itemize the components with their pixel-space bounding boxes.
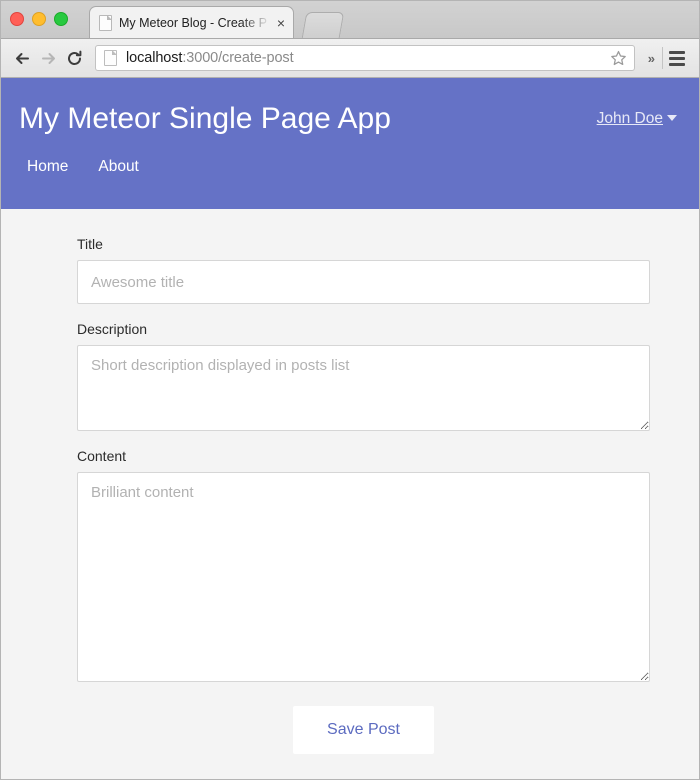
- content-textarea[interactable]: [77, 472, 650, 682]
- site-navigation: Home About: [1, 158, 699, 176]
- browser-menu-button[interactable]: [663, 45, 691, 71]
- title-label: Title: [77, 236, 103, 252]
- form-actions: Save Post: [77, 706, 650, 754]
- page-viewport: My Meteor Single Page App John Doe Home …: [1, 78, 699, 779]
- close-window-button[interactable]: [10, 12, 24, 26]
- close-tab-icon[interactable]: ×: [275, 16, 287, 30]
- url-path: :3000/create-post: [182, 50, 294, 66]
- bookmark-star-icon[interactable]: [608, 47, 630, 69]
- menu-bar-1: [669, 50, 685, 54]
- url-host: localhost: [126, 50, 183, 66]
- content-label: Content: [77, 448, 127, 464]
- toolbar-overflow-button[interactable]: »: [641, 51, 662, 66]
- back-button[interactable]: [9, 45, 35, 71]
- description-label: Description: [77, 321, 148, 337]
- site-header: My Meteor Single Page App John Doe Home …: [1, 78, 699, 209]
- user-menu-dropdown[interactable]: John Doe: [597, 110, 677, 128]
- page-info-icon: [104, 50, 117, 66]
- window-controls: [10, 12, 68, 26]
- reload-button[interactable]: [61, 45, 87, 71]
- field-title: Title: [77, 235, 650, 304]
- description-textarea[interactable]: [77, 345, 650, 431]
- site-title: My Meteor Single Page App: [19, 102, 391, 135]
- menu-bar-3: [669, 62, 685, 66]
- browser-tab-active[interactable]: My Meteor Blog - Create P ×: [89, 6, 294, 38]
- nav-item-about[interactable]: About: [98, 158, 139, 176]
- save-post-button[interactable]: Save Post: [293, 706, 434, 754]
- minimize-window-button[interactable]: [32, 12, 46, 26]
- create-post-form: Title Description Content Save Post: [1, 209, 699, 754]
- field-content: Content: [77, 447, 650, 682]
- tab-favicon-icon: [99, 14, 112, 31]
- url-text: localhost:3000/create-post: [126, 50, 608, 66]
- forward-button[interactable]: [35, 45, 61, 71]
- tab-title: My Meteor Blog - Create P: [119, 15, 267, 30]
- nav-item-home[interactable]: Home: [27, 158, 68, 176]
- title-input[interactable]: [77, 260, 650, 304]
- chevron-down-icon: [667, 114, 677, 121]
- new-tab-button[interactable]: [301, 12, 345, 38]
- user-menu-label: John Doe: [596, 110, 663, 127]
- tab-strip: My Meteor Blog - Create P ×: [1, 1, 699, 39]
- browser-window: My Meteor Blog - Create P × localhost:30…: [0, 0, 700, 780]
- menu-bar-2: [669, 56, 685, 60]
- browser-toolbar: localhost:3000/create-post »: [1, 39, 699, 78]
- address-bar[interactable]: localhost:3000/create-post: [95, 45, 635, 71]
- maximize-window-button[interactable]: [54, 12, 68, 26]
- field-description: Description: [77, 320, 650, 431]
